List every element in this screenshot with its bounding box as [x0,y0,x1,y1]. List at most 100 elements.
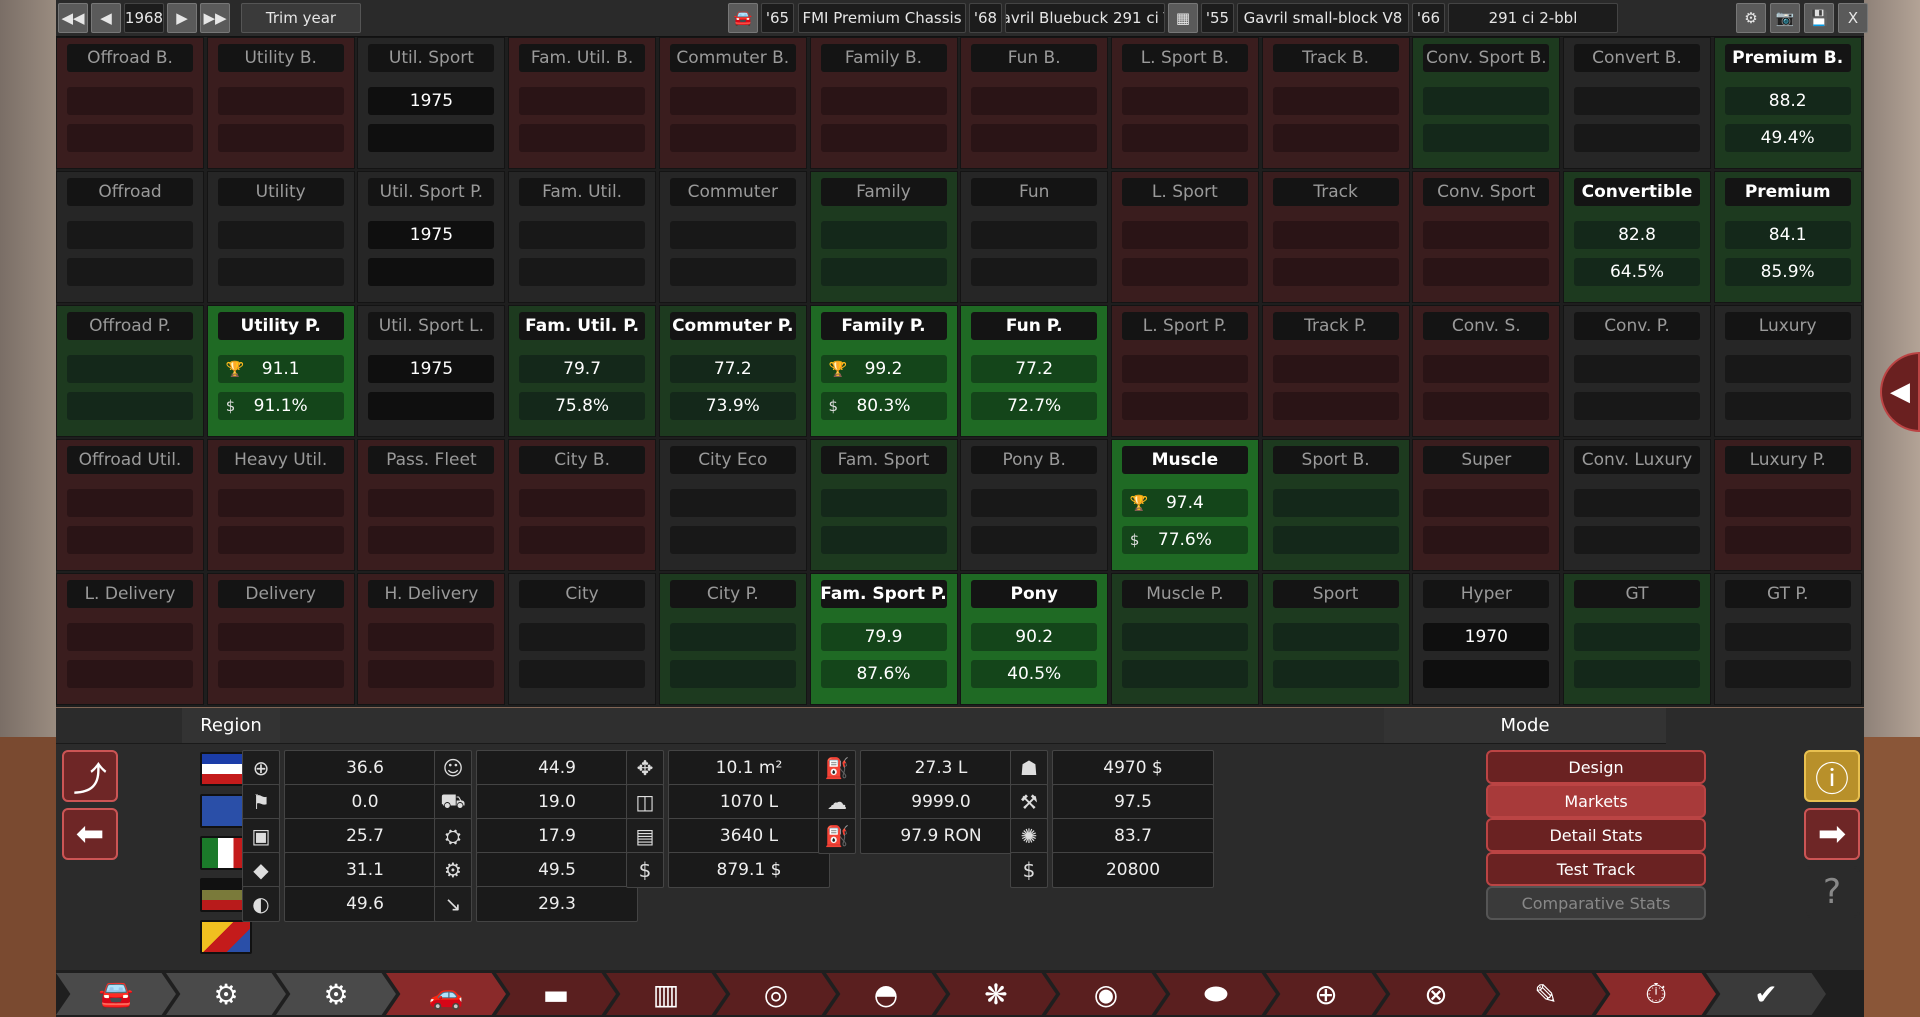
segment-cell[interactable]: Commuter [658,171,807,303]
graph-button[interactable]: ⤴ [62,750,118,802]
segment-cell[interactable]: City [508,573,657,705]
segment-cell[interactable]: Offroad P. [56,305,204,437]
segment-cell[interactable]: Fun B. [960,37,1109,169]
segment-cell[interactable]: Commuter P. 77.2 73.9% [658,305,807,437]
fixtures-icon[interactable]: ▥ [606,973,726,1015]
drivetrain-icon[interactable]: ⚙ [276,973,396,1015]
segment-cell[interactable]: GT [1563,573,1711,705]
segment-cell[interactable]: Fam. Sport P. 79.9 87.6% [809,573,958,705]
segment-cell[interactable]: Family B. [809,37,958,169]
seats-icon[interactable]: ▬ [496,973,616,1015]
wheels-icon[interactable]: ❋ [936,973,1056,1015]
car-design-icon[interactable]: 🚗 [386,973,506,1015]
variant-name[interactable]: 291 ci 2-bbl [1448,3,1618,33]
segment-cell[interactable]: Muscle P. [1110,573,1259,705]
segment-cell[interactable]: Luxury P. [1713,439,1862,571]
segment-cell[interactable]: Pony 90.2 40.5% [960,573,1109,705]
segment-cell[interactable]: H. Delivery [357,573,506,705]
tuning-icon[interactable]: ✎ [1486,973,1606,1015]
finish-icon[interactable]: ✔ [1706,973,1826,1015]
car-icon[interactable]: 🚘 [728,3,758,33]
help-icon[interactable]: ? [1804,866,1860,918]
segment-cell[interactable]: Sport [1261,573,1410,705]
segment-cell[interactable]: GT P. [1713,573,1862,705]
segment-cell[interactable]: Util. Sport P. 1975 [357,171,506,303]
segment-cell[interactable]: Util. Sport L. 1975 [357,305,506,437]
segment-cell[interactable]: Utility B. [206,37,355,169]
segment-cell[interactable]: Utility [206,171,355,303]
segment-cell[interactable]: Track P. [1261,305,1410,437]
save-icon[interactable]: 💾 [1804,3,1834,33]
year-back-button[interactable]: ◀ [91,3,121,33]
back-button[interactable]: ⬅ [62,808,118,860]
segment-cell[interactable]: Utility P. 🏆 91.1 $91.1% [206,305,355,437]
segment-cell[interactable]: Convert B. [1563,37,1711,169]
segment-cell[interactable]: Fun [960,171,1109,303]
year-forward-button[interactable]: ▶ [167,3,197,33]
gear-icon[interactable]: ⚙ [1736,3,1766,33]
segment-cell[interactable]: Delivery [206,573,355,705]
segment-cell[interactable]: Track [1261,171,1410,303]
segment-cell[interactable]: Family P. 🏆 99.2 $80.3% [809,305,958,437]
steering-icon[interactable]: ⊕ [1266,973,1386,1015]
segment-cell[interactable]: City B. [508,439,657,571]
segment-cell[interactable]: Conv. P. [1563,305,1711,437]
segment-cell[interactable]: Commuter B. [658,37,807,169]
segment-cell[interactable]: Conv. S. [1412,305,1561,437]
region-flag-5[interactable] [200,920,252,954]
forward-button[interactable]: ➡ [1804,808,1860,860]
segment-cell[interactable]: Conv. Sport B. [1412,37,1561,169]
model-name[interactable]: Gavril Bluebuck 291 ci Tu [1005,3,1165,33]
segment-cell[interactable]: Conv. Sport [1412,171,1561,303]
close-icon[interactable]: X [1838,3,1868,33]
segment-cell[interactable]: L. Sport P. [1110,305,1259,437]
mode-button[interactable]: Markets [1486,784,1706,818]
engine-icon[interactable]: ▦ [1168,3,1198,33]
segment-cell[interactable]: Hyper 1970 [1412,573,1561,705]
segment-cell[interactable]: Super [1412,439,1561,571]
warning-icon[interactable]: ⓘ [1804,750,1860,802]
year-forward-ten-button[interactable]: ▶▶ [200,3,230,33]
segment-cell[interactable]: Pass. Fleet [357,439,506,571]
segment-cell[interactable]: Track B. [1261,37,1410,169]
segment-cell[interactable]: Fam. Util. [508,171,657,303]
suspension-icon[interactable]: ◉ [1046,973,1166,1015]
brakes-icon[interactable]: ◓ [826,973,946,1015]
segment-cell[interactable]: L. Delivery [56,573,204,705]
segment-cell[interactable]: L. Sport [1110,171,1259,303]
segment-cell[interactable]: Offroad Util. [56,439,204,571]
segment-cell[interactable]: Offroad B. [56,37,204,169]
segment-cell[interactable]: Conv. Luxury [1563,439,1711,571]
segment-cell[interactable]: Fun P. 77.2 72.7% [960,305,1109,437]
segment-cell[interactable]: Sport B. [1261,439,1410,571]
segment-cell[interactable]: Util. Sport 1975 [357,37,506,169]
segment-cell[interactable]: Fam. Util. P. 79.7 75.8% [508,305,657,437]
mode-button[interactable]: Design [1486,750,1706,784]
segment-cell[interactable]: Fam. Util. B. [508,37,657,169]
car-body-icon[interactable]: 🚘 [56,973,176,1015]
engine-block-icon[interactable]: ⚙ [166,973,286,1015]
segment-cell[interactable]: Premium B. 88.2 49.4% [1713,37,1862,169]
mode-button[interactable]: Test Track [1486,852,1706,886]
year-back-ten-button[interactable]: ◀◀ [58,3,88,33]
segment-cell[interactable]: City P. [658,573,807,705]
segment-cell[interactable]: Muscle 🏆 97.4 $77.6% [1110,439,1259,571]
segment-cell[interactable]: Convertible 82.8 64.5% [1563,171,1711,303]
chassis-name[interactable]: FMI Premium Chassis [798,3,966,33]
mode-button[interactable]: Detail Stats [1486,818,1706,852]
segment-cell[interactable]: Offroad [56,171,204,303]
engine-name[interactable]: Gavril small-block V8 [1237,3,1409,33]
aero-icon[interactable]: ⬬ [1156,973,1276,1015]
lights-icon[interactable]: ◎ [716,973,836,1015]
camera-icon[interactable]: 📷 [1770,3,1800,33]
segment-cell[interactable]: Luxury [1713,305,1862,437]
handling-icon[interactable]: ⊗ [1376,973,1496,1015]
segment-cell[interactable]: Premium 84.1 85.9% [1713,171,1862,303]
segment-cell[interactable]: L. Sport B. [1110,37,1259,169]
segment-cell[interactable]: City Eco [658,439,807,571]
test-track-icon[interactable]: ⏱ [1596,973,1716,1015]
segment-cell[interactable]: Fam. Sport [809,439,958,571]
segment-cell[interactable]: Heavy Util. [206,439,355,571]
segment-cell[interactable]: Family [809,171,958,303]
trim-year-button[interactable]: Trim year [241,3,361,33]
